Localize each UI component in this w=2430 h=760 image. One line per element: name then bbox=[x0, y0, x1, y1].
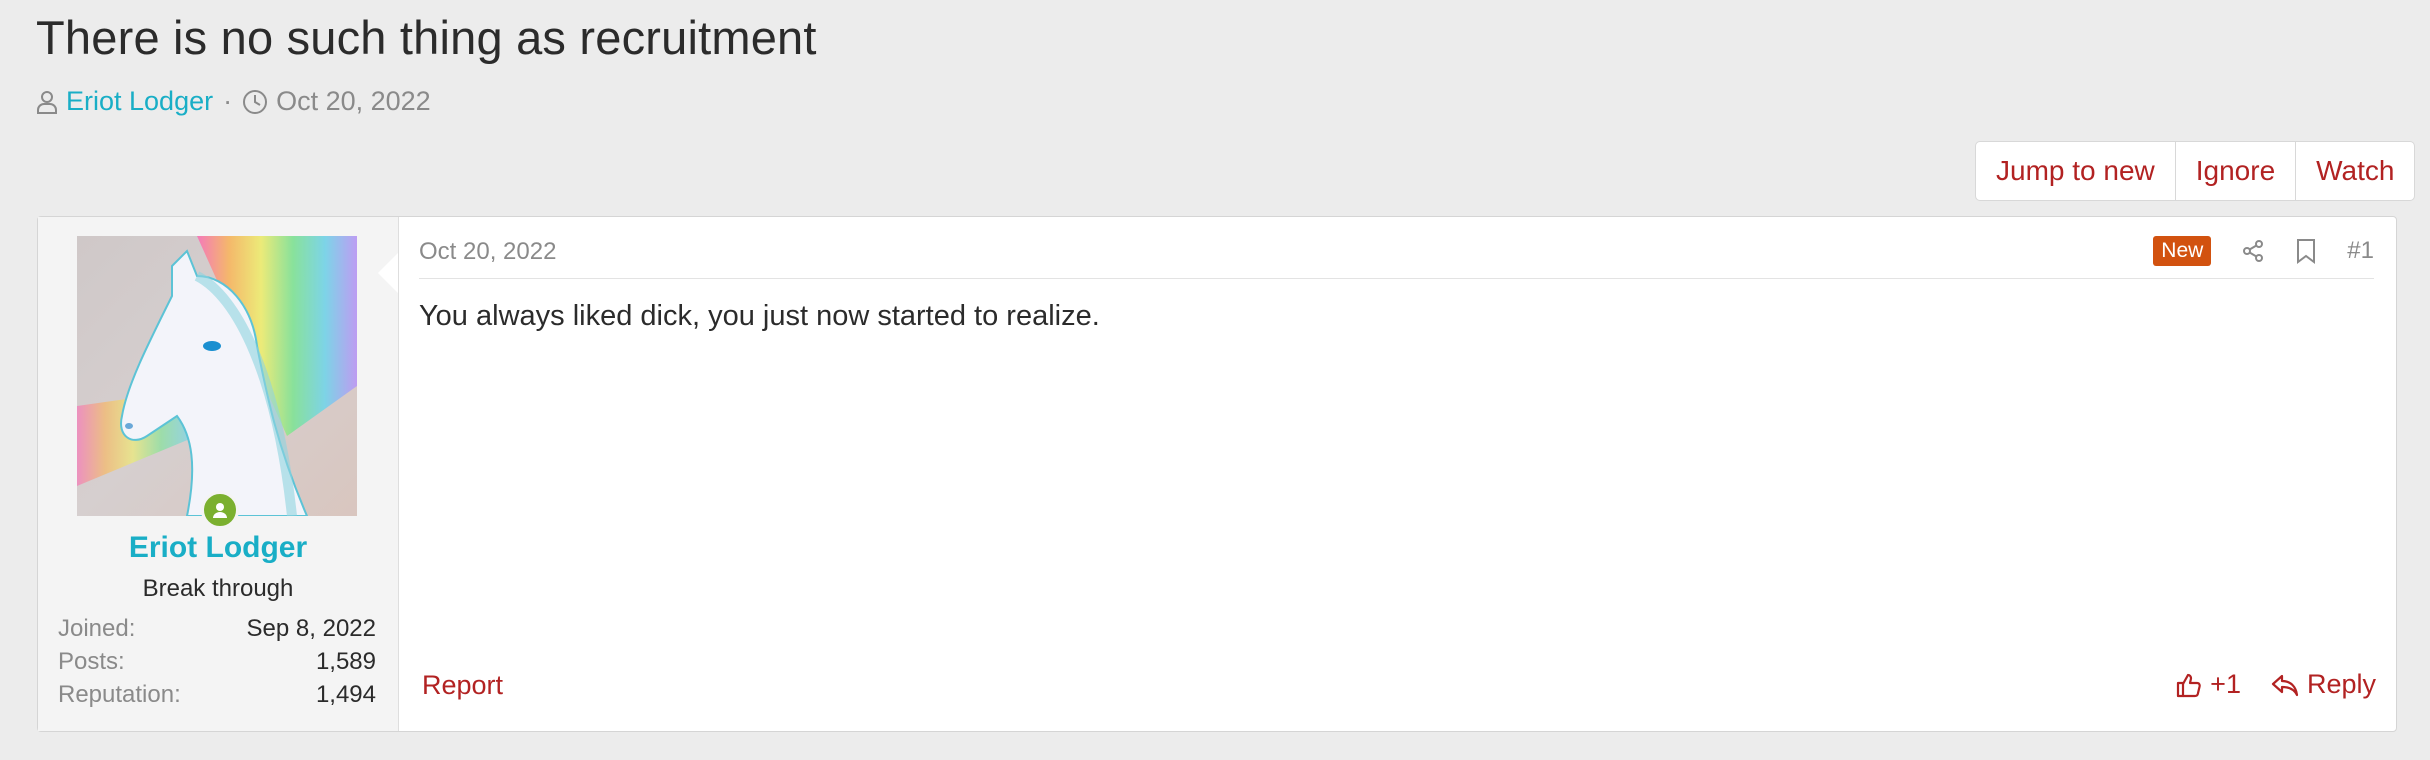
clock-icon bbox=[242, 89, 268, 115]
share-icon[interactable] bbox=[2241, 239, 2265, 263]
ignore-button[interactable]: Ignore bbox=[2176, 142, 2297, 200]
post-tools: New #1 bbox=[2153, 236, 2374, 266]
reply-button[interactable]: Reply bbox=[2271, 669, 2376, 700]
post-actions: +1 Reply bbox=[2176, 669, 2376, 700]
stat-label: Joined: bbox=[58, 615, 136, 642]
reply-icon bbox=[2271, 674, 2299, 696]
online-status-icon bbox=[201, 491, 239, 529]
message-arrow bbox=[378, 253, 398, 293]
reply-label: Reply bbox=[2306, 669, 2376, 699]
report-link[interactable]: Report bbox=[422, 670, 503, 701]
post-date[interactable]: Oct 20, 2022 bbox=[419, 238, 556, 266]
stat-posts: Posts: 1,589 bbox=[58, 645, 376, 678]
like-count: +1 bbox=[2210, 669, 2241, 699]
post-header: Oct 20, 2022 New #1 bbox=[419, 217, 2374, 279]
post-number-link[interactable]: #1 bbox=[2347, 237, 2374, 265]
post-user-cell: Eriot Lodger Break through Joined: Sep 8… bbox=[38, 217, 399, 731]
meta-separator: · bbox=[223, 86, 233, 116]
like-button[interactable]: +1 bbox=[2176, 669, 2241, 700]
post-main-cell: Oct 20, 2022 New #1 You always liked dic… bbox=[399, 217, 2396, 731]
jump-to-new-button[interactable]: Jump to new bbox=[1976, 142, 2176, 200]
post-message: Eriot Lodger Break through Joined: Sep 8… bbox=[37, 216, 2397, 732]
stat-value[interactable]: 1,589 bbox=[316, 645, 376, 678]
thread-title: There is no such thing as recruitment bbox=[36, 11, 817, 64]
thread-meta: Eriot Lodger · Oct 20, 2022 bbox=[36, 86, 431, 117]
post-body: You always liked dick, you just now star… bbox=[419, 300, 1100, 332]
thread-date[interactable]: Oct 20, 2022 bbox=[276, 86, 431, 117]
stat-value: Sep 8, 2022 bbox=[246, 615, 376, 642]
thread-author-link[interactable]: Eriot Lodger bbox=[66, 86, 213, 117]
user-stats: Joined: Sep 8, 2022 Posts: 1,589 Reputat… bbox=[58, 612, 376, 711]
avatar[interactable] bbox=[77, 236, 357, 516]
thread-action-buttons: Jump to new Ignore Watch bbox=[1975, 141, 2416, 201]
post-username[interactable]: Eriot Lodger bbox=[38, 531, 398, 565]
bookmark-icon[interactable] bbox=[2295, 238, 2317, 264]
user-title: Break through bbox=[142, 575, 294, 602]
stat-label: Reputation: bbox=[58, 681, 181, 708]
user-icon bbox=[36, 90, 58, 114]
stat-reputation: Reputation: 1,494 bbox=[58, 678, 376, 711]
watch-button[interactable]: Watch bbox=[2296, 142, 2414, 200]
stat-joined: Joined: Sep 8, 2022 bbox=[58, 612, 376, 645]
stat-value: 1,494 bbox=[315, 681, 376, 708]
thumbs-up-icon bbox=[2177, 673, 2201, 697]
stat-label: Posts: bbox=[58, 648, 125, 675]
new-badge: New bbox=[2153, 236, 2212, 266]
thread-page: There is no such thing as recruitment Er… bbox=[0, 0, 2430, 760]
